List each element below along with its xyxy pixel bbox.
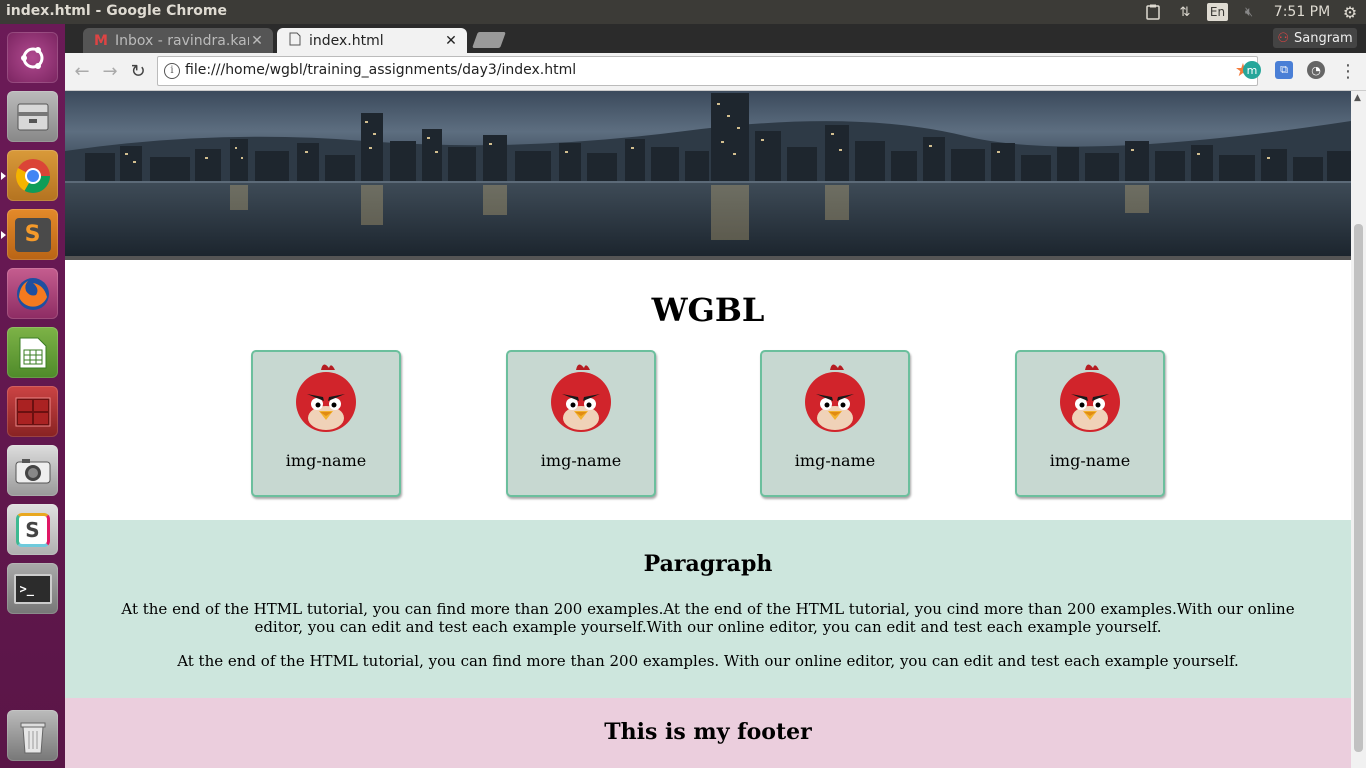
network-icon[interactable]: ⇅ bbox=[1175, 2, 1195, 22]
running-indicator bbox=[1, 231, 6, 239]
browser-window: M Inbox - ravindra.kar ✕ index.html ✕ ⚇ … bbox=[65, 24, 1366, 768]
slack-glyph: S bbox=[15, 512, 50, 547]
banner-image bbox=[65, 91, 1351, 260]
page-viewport: WGBL img-name img-name img-name img-name… bbox=[65, 91, 1351, 768]
new-tab-button[interactable] bbox=[472, 32, 506, 48]
image-card[interactable]: img-name bbox=[251, 350, 401, 497]
profile-name: Sangram bbox=[1293, 30, 1353, 46]
tab-label: Inbox - ravindra.kar bbox=[115, 32, 249, 49]
terminal-glyph: >_ bbox=[13, 573, 52, 604]
profile-icon: ⚇ bbox=[1277, 30, 1289, 46]
page-footer: This is my footer bbox=[65, 698, 1351, 768]
footer-text: This is my footer bbox=[604, 719, 812, 745]
card-label: img-name bbox=[794, 451, 876, 470]
page-title: WGBL bbox=[651, 291, 765, 329]
tab-inbox[interactable]: M Inbox - ravindra.kar ✕ bbox=[83, 28, 273, 53]
running-indicator bbox=[1, 172, 6, 180]
firefox-icon[interactable] bbox=[7, 268, 58, 319]
clipboard-icon[interactable] bbox=[1144, 2, 1162, 22]
remote-terminal-icon[interactable] bbox=[7, 386, 58, 437]
angry-bird-icon bbox=[551, 364, 611, 432]
address-bar[interactable]: i file:///home/wgbl/training_assignments… bbox=[157, 56, 1258, 86]
tab-label: index.html bbox=[309, 32, 384, 49]
libreoffice-calc-icon[interactable] bbox=[7, 327, 58, 378]
url-text[interactable]: file:///home/wgbl/training_assignments/d… bbox=[185, 62, 576, 78]
trash-icon[interactable] bbox=[7, 710, 58, 761]
terminal-icon[interactable]: >_ bbox=[7, 563, 58, 614]
system-top-panel: index.html - Google Chrome ⇅ En 🔇︎ 7:51 … bbox=[0, 0, 1366, 24]
extension-blue-icon[interactable]: ⧉ bbox=[1275, 61, 1293, 79]
angry-bird-icon bbox=[1060, 364, 1120, 432]
page-icon bbox=[287, 32, 303, 50]
profile-button[interactable]: ⚇ Sangram bbox=[1273, 28, 1357, 48]
scrollbar-thumb[interactable] bbox=[1354, 224, 1363, 752]
image-card[interactable]: img-name bbox=[1015, 350, 1165, 497]
image-card[interactable]: img-name bbox=[760, 350, 910, 497]
card-label: img-name bbox=[540, 451, 622, 470]
gmail-icon: M bbox=[94, 32, 108, 49]
reload-icon[interactable]: ↻ bbox=[127, 60, 149, 82]
unity-launcher: S S >_ bbox=[0, 24, 65, 768]
extension-gauge-icon[interactable]: ◔ bbox=[1307, 61, 1325, 79]
settings-gear-icon[interactable]: ⚙ bbox=[1340, 2, 1360, 22]
angry-bird-icon bbox=[296, 364, 356, 432]
chrome-icon[interactable] bbox=[7, 150, 58, 201]
tab-index[interactable]: index.html ✕ bbox=[277, 28, 467, 53]
back-arrow-icon[interactable]: ← bbox=[71, 60, 93, 82]
paragraph-section: Paragraph At the end of the HTML tutoria… bbox=[65, 520, 1351, 698]
sublime-glyph: S bbox=[14, 217, 51, 252]
scroll-up-arrow-icon[interactable]: ▲ bbox=[1354, 93, 1361, 103]
files-icon[interactable] bbox=[7, 91, 58, 142]
paragraph-text: At the end of the HTML tutorial, you can… bbox=[177, 652, 1239, 670]
card-label: img-name bbox=[285, 451, 367, 470]
image-card[interactable]: img-name bbox=[506, 350, 656, 497]
close-tab-icon[interactable]: ✕ bbox=[443, 33, 459, 49]
ubuntu-dash-icon[interactable] bbox=[7, 32, 58, 83]
tab-strip: M Inbox - ravindra.kar ✕ index.html ✕ ⚇ … bbox=[65, 24, 1366, 53]
sublime-text-icon[interactable]: S bbox=[7, 209, 58, 260]
paragraph-text: At the end of the HTML tutorial, you can… bbox=[121, 600, 1295, 636]
card-label: img-name bbox=[1049, 451, 1131, 470]
browser-toolbar: ← → ↻ i file:///home/wgbl/training_assig… bbox=[65, 53, 1366, 91]
close-tab-icon[interactable]: ✕ bbox=[249, 33, 265, 49]
camera-icon[interactable] bbox=[7, 445, 58, 496]
paragraph-heading: Paragraph bbox=[643, 551, 773, 577]
extension-m-icon[interactable]: m bbox=[1243, 61, 1261, 79]
volume-muted-icon[interactable]: 🔇︎ bbox=[1239, 2, 1259, 22]
angry-bird-icon bbox=[805, 364, 865, 432]
menu-icon[interactable]: ⋮ bbox=[1337, 60, 1359, 82]
forward-arrow-icon[interactable]: → bbox=[99, 60, 121, 82]
window-title: index.html - Google Chrome bbox=[6, 3, 227, 19]
info-icon[interactable]: i bbox=[164, 63, 180, 79]
keyboard-layout-indicator[interactable]: En bbox=[1207, 3, 1228, 21]
clock[interactable]: 7:51 PM bbox=[1270, 2, 1334, 22]
slack-icon[interactable]: S bbox=[7, 504, 58, 555]
vertical-scrollbar[interactable]: ▲ bbox=[1351, 91, 1366, 768]
